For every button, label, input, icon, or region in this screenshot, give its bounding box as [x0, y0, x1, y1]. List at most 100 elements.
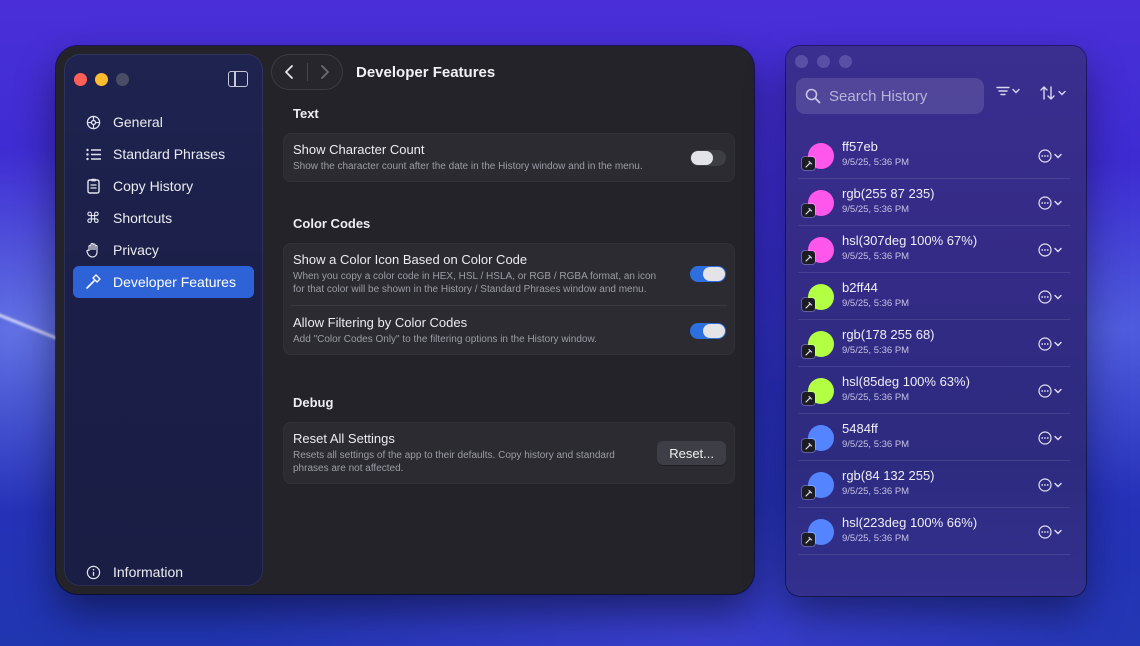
list-item[interactable]: hsl(307deg 100% 67%) 9/5/25, 5:36 PM: [798, 226, 1070, 273]
chevron-down-icon: [1054, 294, 1062, 300]
more-icon: [1038, 431, 1052, 445]
list-item[interactable]: rgb(84 132 255) 9/5/25, 5:36 PM: [798, 461, 1070, 508]
sort-icon: [1040, 86, 1055, 100]
setting-description: When you copy a color code in HEX, HSL /…: [293, 270, 675, 296]
list-item[interactable]: b2ff44 9/5/25, 5:36 PM: [798, 273, 1070, 320]
sidebar-item-copy-history[interactable]: Copy History: [73, 170, 254, 202]
filter-menu-button[interactable]: [996, 86, 1020, 96]
setting-reset-all: Reset All Settings Resets all settings o…: [283, 422, 735, 484]
sidebar-item-shortcuts[interactable]: ⌘ Shortcuts: [73, 202, 254, 234]
sidebar-item-label: Information: [113, 564, 184, 580]
item-actions-button[interactable]: [1038, 243, 1062, 257]
app-icon: [802, 533, 815, 546]
sidebar-item-standard-phrases[interactable]: Standard Phrases: [73, 138, 254, 170]
item-timestamp: 9/5/25, 5:36 PM: [842, 204, 910, 215]
more-icon: [1038, 290, 1052, 304]
setting-description: Show the character count after the date …: [293, 161, 643, 172]
chevron-down-icon: [1054, 153, 1062, 159]
chevron-right-icon: [321, 65, 330, 79]
setting-color-icon: Show a Color Icon Based on Color Code Wh…: [283, 243, 735, 305]
chevron-down-icon: [1054, 482, 1062, 488]
item-actions-button[interactable]: [1038, 384, 1062, 398]
item-timestamp: 9/5/25, 5:36 PM: [842, 533, 910, 544]
item-title: hsl(223deg 100% 66%): [842, 515, 978, 530]
chevron-down-icon: [1054, 435, 1062, 441]
back-button[interactable]: [271, 54, 307, 90]
sidebar-item-label: Privacy: [113, 242, 159, 258]
app-icon: [802, 345, 815, 358]
app-icon: [802, 439, 815, 452]
sidebar-item-general[interactable]: General: [73, 106, 254, 138]
window-controls: [795, 55, 852, 68]
command-icon: ⌘: [85, 210, 101, 227]
show-character-count-toggle[interactable]: [690, 149, 726, 166]
close-button[interactable]: [795, 55, 808, 68]
more-icon: [1038, 243, 1052, 257]
section-title-text: Text: [293, 106, 319, 121]
toggle-knob: [703, 267, 725, 281]
item-actions-button[interactable]: [1038, 478, 1062, 492]
sidebar-item-privacy[interactable]: Privacy: [73, 234, 254, 266]
item-title: 5484ff: [842, 421, 878, 436]
item-actions-button[interactable]: [1038, 196, 1062, 210]
app-icon: [802, 392, 815, 405]
sidebar-toggle-icon[interactable]: [228, 71, 248, 87]
clipboard-icon: [84, 177, 102, 195]
history-list: ff57eb 9/5/25, 5:36 PM rgb(255 87 235) 9/5/…: [798, 132, 1070, 555]
forward-button[interactable]: [307, 54, 343, 90]
toggle-knob: [691, 150, 713, 165]
item-actions-button[interactable]: [1038, 290, 1062, 304]
sidebar-item-developer-features[interactable]: Developer Features: [73, 266, 254, 298]
app-icon: [802, 251, 815, 264]
more-icon: [1038, 525, 1052, 539]
list-item[interactable]: hsl(85deg 100% 63%) 9/5/25, 5:36 PM: [798, 367, 1070, 414]
description-line: phrases are not affected.: [293, 463, 404, 474]
more-icon: [1038, 149, 1052, 163]
description-line: Resets all settings of the app to their …: [293, 450, 615, 461]
section-title-color-codes: Color Codes: [293, 216, 371, 231]
color-filtering-toggle[interactable]: [690, 322, 726, 339]
window-controls: [74, 73, 129, 86]
setting-title: Allow Filtering by Color Codes: [293, 315, 468, 330]
search-placeholder: Search History: [829, 87, 928, 105]
chevron-down-icon: [1012, 88, 1020, 94]
chevron-down-icon: [1054, 341, 1062, 347]
item-title: rgb(255 87 235): [842, 186, 935, 201]
settings-content: Text Show Character Count Show the chara…: [283, 106, 735, 484]
item-title: hsl(307deg 100% 67%): [842, 233, 978, 248]
minimize-button[interactable]: [95, 73, 108, 86]
item-actions-button[interactable]: [1038, 525, 1062, 539]
item-actions-button[interactable]: [1038, 431, 1062, 445]
sidebar-item-label: Copy History: [113, 178, 194, 194]
section-title-debug: Debug: [293, 395, 334, 410]
sidebar-item-label: Standard Phrases: [113, 146, 226, 162]
reset-button[interactable]: Reset...: [657, 441, 726, 465]
color-icon-toggle[interactable]: [690, 266, 726, 282]
list-item[interactable]: rgb(178 255 68) 9/5/25, 5:36 PM: [798, 320, 1070, 367]
sidebar-item-information[interactable]: Information: [73, 556, 254, 588]
info-icon: [84, 563, 102, 581]
chevron-down-icon: [1058, 90, 1066, 96]
item-actions-button[interactable]: [1038, 337, 1062, 351]
navigation-buttons: [271, 54, 343, 90]
close-button[interactable]: [74, 73, 87, 86]
sort-menu-button[interactable]: [1040, 86, 1066, 100]
page-title: Developer Features: [356, 64, 496, 81]
item-timestamp: 9/5/25, 5:36 PM: [842, 439, 910, 450]
item-timestamp: 9/5/25, 5:36 PM: [842, 345, 910, 356]
toggle-knob: [703, 323, 725, 338]
zoom-button[interactable]: [116, 73, 129, 86]
list-item[interactable]: hsl(223deg 100% 66%) 9/5/25, 5:36 PM: [798, 508, 1070, 555]
chevron-down-icon: [1054, 529, 1062, 535]
search-field[interactable]: Search History: [796, 78, 984, 114]
setting-show-character-count: Show Character Count Show the character …: [283, 133, 735, 182]
list-item[interactable]: 5484ff 9/5/25, 5:36 PM: [798, 414, 1070, 461]
minimize-button[interactable]: [817, 55, 830, 68]
more-icon: [1038, 337, 1052, 351]
item-actions-button[interactable]: [1038, 149, 1062, 163]
item-timestamp: 9/5/25, 5:36 PM: [842, 486, 910, 497]
list-item[interactable]: rgb(255 87 235) 9/5/25, 5:36 PM: [798, 179, 1070, 226]
zoom-button[interactable]: [839, 55, 852, 68]
settings-card-color-codes: Show a Color Icon Based on Color Code Wh…: [283, 243, 735, 355]
list-item[interactable]: ff57eb 9/5/25, 5:36 PM: [798, 132, 1070, 179]
